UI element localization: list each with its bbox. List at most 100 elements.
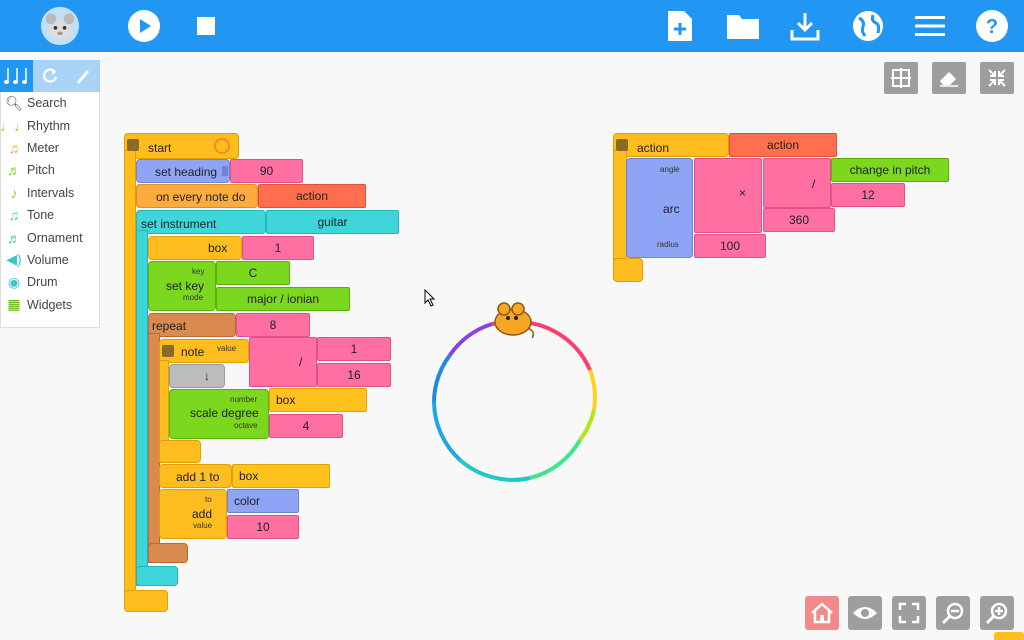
play-icon[interactable] [124, 6, 164, 46]
multiply-block[interactable] [694, 158, 762, 233]
pen-tab-icon[interactable] [66, 60, 99, 92]
divide-block[interactable] [249, 337, 317, 387]
rhythm-icon: ♩♩ [0, 117, 28, 134]
collapse-toggle-icon[interactable] [127, 139, 139, 151]
palette-item-intervals[interactable]: ♪ Intervals [1, 182, 99, 204]
refresh-tab-icon[interactable] [33, 60, 66, 92]
download-icon[interactable] [785, 6, 825, 46]
multiply-symbol: × [739, 186, 747, 200]
radius-value[interactable]: 100 [694, 234, 766, 258]
degrees-value[interactable]: 360 [763, 208, 835, 232]
box-block[interactable] [148, 236, 242, 260]
start-block-foot [124, 590, 168, 612]
trash-block-edge [994, 632, 1024, 640]
action-block[interactable] [613, 133, 729, 157]
palette-item-volume[interactable]: ◀) Volume [1, 249, 99, 271]
octave-value[interactable]: 4 [269, 414, 343, 438]
zoom-in-icon[interactable] [980, 596, 1014, 630]
add-value[interactable]: 10 [227, 515, 299, 539]
run-icon[interactable] [214, 138, 230, 154]
action-foot [613, 258, 643, 282]
note-label: note [181, 345, 205, 359]
collapse-icon[interactable] [980, 62, 1014, 94]
octave-arg-label: octave [234, 421, 258, 430]
action-name-value[interactable]: action [729, 133, 837, 157]
volume-icon: ◀) [6, 251, 22, 268]
repeat-foot [148, 543, 188, 563]
widgets-icon: ▦ [7, 296, 21, 313]
palette-item-widgets[interactable]: ▦ Widgets [1, 294, 99, 316]
cursor-icon [424, 289, 436, 307]
add-one-label: add 1 to [176, 470, 220, 484]
music-notes-tab-icon[interactable] [0, 60, 33, 92]
eye-icon[interactable] [848, 596, 882, 630]
numerator-value[interactable]: 1 [317, 337, 391, 361]
value-arg-label: value [193, 521, 213, 530]
expand-icon[interactable] [892, 596, 926, 630]
drum-icon: ◉ [7, 273, 21, 290]
set-instrument-arm [136, 230, 148, 586]
down-arrow-icon: ↓ [204, 369, 210, 383]
box-value[interactable]: 1 [242, 236, 314, 260]
eraser-icon[interactable] [932, 62, 966, 94]
set-instrument-label: set instrument [141, 217, 217, 231]
start-label: start [148, 141, 172, 155]
divide-block-2[interactable] [763, 158, 831, 208]
open-folder-icon[interactable] [723, 6, 763, 46]
to-arg-label: to [205, 495, 212, 504]
palette-item-rhythm[interactable]: ♩♩ Rhythm [0, 114, 99, 136]
mode-arg-label: mode [183, 293, 204, 302]
menu-icon[interactable] [910, 6, 950, 46]
to-value[interactable]: color [227, 489, 299, 513]
stop-icon[interactable] [186, 6, 226, 46]
palette-item-search[interactable]: 🔍︎ Search [1, 92, 99, 114]
grid-icon[interactable] [884, 62, 918, 94]
repeat-value[interactable]: 8 [236, 313, 310, 337]
note-foot [159, 440, 201, 463]
globe-icon[interactable] [848, 6, 888, 46]
mouse-turtle-icon[interactable] [488, 300, 538, 340]
add-one-value[interactable]: box [232, 464, 330, 488]
palette-item-ornament[interactable]: ♬ Ornament [1, 226, 99, 248]
number-arg-label: number [230, 395, 258, 404]
top-toolbar: ? [0, 0, 1024, 52]
heading-value[interactable]: 90 [230, 159, 303, 183]
instrument-value[interactable]: guitar [266, 210, 399, 234]
angle-arg-label: angle [660, 165, 680, 174]
intervals-icon: ♪ [10, 184, 18, 201]
collapse-toggle-icon[interactable] [162, 345, 174, 357]
box-label: box [208, 241, 228, 255]
repeat-label: repeat [152, 319, 187, 333]
palette-item-meter[interactable]: ♫ Meter [1, 137, 99, 159]
set-key-label: set key [166, 279, 205, 293]
action-label: action [637, 141, 670, 155]
mode-value[interactable]: major / ionian [216, 287, 350, 311]
svg-text:?: ? [986, 16, 998, 38]
divide-symbol-2: / [812, 177, 816, 191]
zoom-out-icon[interactable] [936, 596, 970, 630]
help-icon[interactable]: ? [972, 6, 1012, 46]
add-label: add [192, 507, 213, 521]
hidden-block[interactable] [169, 364, 225, 388]
on-every-note-label: on every note do [156, 190, 246, 204]
palette-item-drum[interactable]: ◉ Drum [1, 271, 99, 293]
collapse-toggle-icon[interactable] [616, 139, 628, 151]
change-in-pitch-value[interactable]: change in pitch [831, 158, 949, 182]
new-project-icon[interactable] [660, 6, 700, 46]
palette-item-pitch[interactable]: ♬ Pitch [1, 159, 99, 181]
key-arg-label: key [192, 267, 205, 276]
scale-degree-label: scale degree [190, 406, 259, 420]
divide-symbol: / [299, 355, 303, 369]
key-value[interactable]: C [216, 261, 290, 285]
home-icon[interactable] [805, 596, 839, 630]
palette-item-tone[interactable]: ♫ Tone [1, 204, 99, 226]
on-every-note-value[interactable]: action [258, 184, 366, 208]
ornament-icon: ♬ [7, 229, 21, 246]
block-palette: 🔍︎ Search ♩♩ Rhythm ♫ Meter ♬ Pitch ♪ Interva… [0, 92, 100, 328]
number-value[interactable]: box [269, 388, 367, 412]
denominator-value[interactable]: 16 [317, 363, 391, 387]
divisor-value[interactable]: 12 [831, 183, 905, 207]
mouse-logo-icon[interactable] [40, 6, 80, 46]
palette-tabs [0, 60, 100, 92]
set-instrument-foot [136, 566, 178, 586]
